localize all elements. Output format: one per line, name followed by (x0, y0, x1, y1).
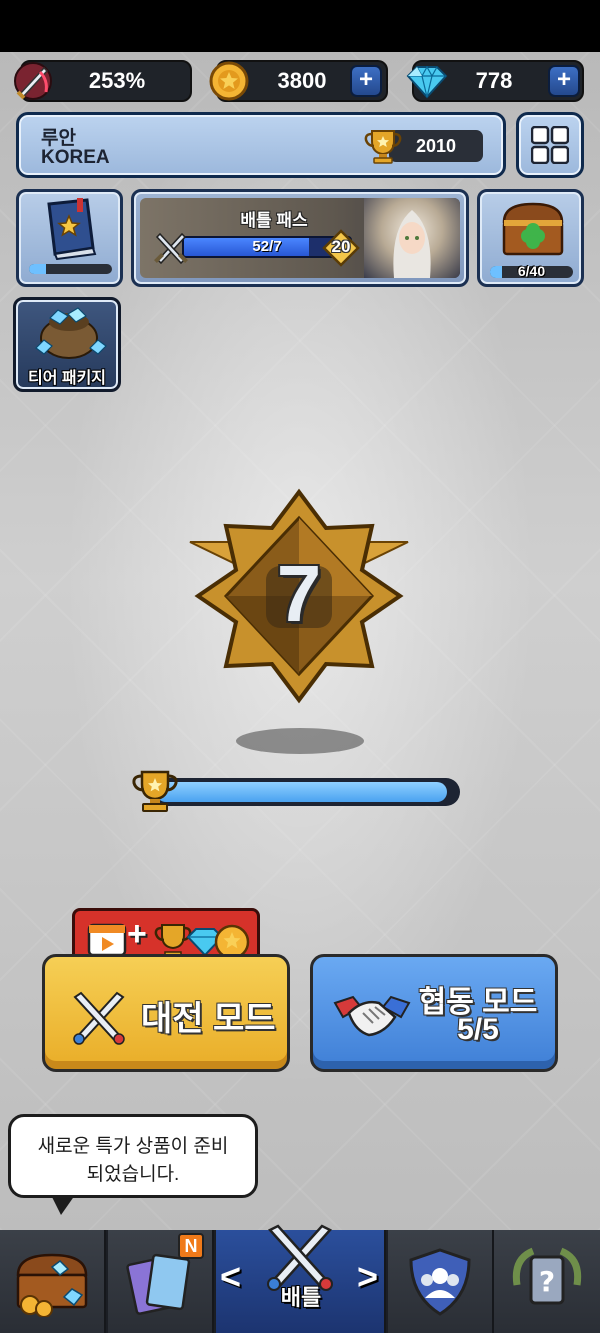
tab-shop[interactable] (0, 1230, 106, 1333)
player-country: KOREA (41, 147, 110, 168)
clover-chest-button[interactable]: 6/40 (477, 189, 584, 287)
rank-emblem: 7 (186, 488, 412, 704)
bubble-tail (51, 1195, 75, 1215)
treasure-chest-icon (10, 1247, 94, 1318)
quest-book-button[interactable] (16, 189, 123, 287)
battle-pass-level-badge: 20 (322, 229, 360, 267)
tab-battle[interactable]: < 배틀 > (216, 1224, 386, 1333)
trophy-progress-icon (130, 768, 180, 814)
tab-events[interactable]: ? (494, 1230, 600, 1333)
gem-value: 778 (475, 68, 513, 93)
gold-value: 3800 (277, 68, 327, 93)
notice-speech-bubble[interactable]: 새로운 특가 상품이 준비 되었습니다. (8, 1114, 258, 1215)
battle-lobby: 253% 3800 + 778 + 루안 KOREA 2010 배틀 패스 52… (0, 52, 600, 1230)
grid-menu-icon (530, 125, 570, 165)
trophy-progress-bar (152, 778, 460, 806)
plus-sign: + (127, 915, 147, 953)
trophy-icon (363, 127, 403, 165)
rank-tier-number: 7 (276, 549, 322, 638)
quest-book-icon (41, 198, 101, 261)
clan-shield-icon (405, 1246, 475, 1318)
menu-grid-button[interactable] (516, 112, 584, 178)
battle-pass-title: 배틀 패스 (240, 211, 308, 230)
profile-panel[interactable]: 루안 KOREA 2010 (16, 112, 506, 178)
gold-coin-icon (208, 60, 250, 102)
clover-chest-icon (498, 200, 568, 260)
bottom-tab-bar: N < 배틀 > ? (0, 1224, 600, 1333)
battle-pass-banner[interactable]: 배틀 패스 52/7 20 (131, 189, 469, 287)
handshake-icon (333, 987, 411, 1043)
trophy-count-box: 2010 (389, 130, 483, 162)
tier-package-label: 티어 패키지 (27, 370, 107, 387)
tab-clan[interactable] (388, 1230, 494, 1333)
sword-power-icon (10, 58, 56, 104)
quest-progress-bar (29, 264, 112, 274)
crossed-swords-icon (152, 228, 190, 266)
status-bar (0, 0, 600, 52)
chest-progress-text: 6/40 (517, 263, 546, 279)
quest-progress-fill (29, 264, 46, 274)
tab-next-arrow[interactable]: > (357, 1256, 378, 1298)
pvp-mode-label: 대전 모드 (141, 1000, 276, 1038)
trophy-count: 2010 (415, 135, 457, 156)
add-gems-button[interactable]: + (548, 65, 580, 97)
new-badge: N (178, 1232, 204, 1259)
pvp-mode-button[interactable]: 대전 모드 (42, 954, 290, 1072)
coop-mode-button[interactable]: 협동 모드 5/5 (310, 954, 558, 1072)
coop-mode-count: 5/5 (457, 1013, 499, 1046)
gem-bag-icon (30, 300, 108, 362)
battle-pass-level: 20 (331, 237, 351, 256)
player-name: 루안 (41, 128, 76, 149)
mystery-card-icon: ? (507, 1245, 587, 1319)
power-value: 253% (88, 68, 146, 93)
notice-text-line2: 되었습니다. (86, 1164, 180, 1185)
crossed-swords-pvp-icon (67, 985, 131, 1049)
add-gold-button[interactable]: + (350, 65, 382, 97)
cards-icon: N (120, 1232, 204, 1317)
svg-text:?: ? (539, 1265, 555, 1298)
tab-cards[interactable]: N (108, 1230, 214, 1333)
trophy-progress-fill (156, 782, 447, 802)
diamond-icon (404, 64, 450, 100)
emblem-shadow (236, 728, 364, 754)
video-ad-icon (87, 923, 127, 957)
notice-text-line1: 새로운 특가 상품이 준비 (37, 1136, 229, 1157)
battle-pass-character (364, 198, 460, 278)
tier-package-button[interactable]: 티어 패키지 (13, 297, 121, 392)
